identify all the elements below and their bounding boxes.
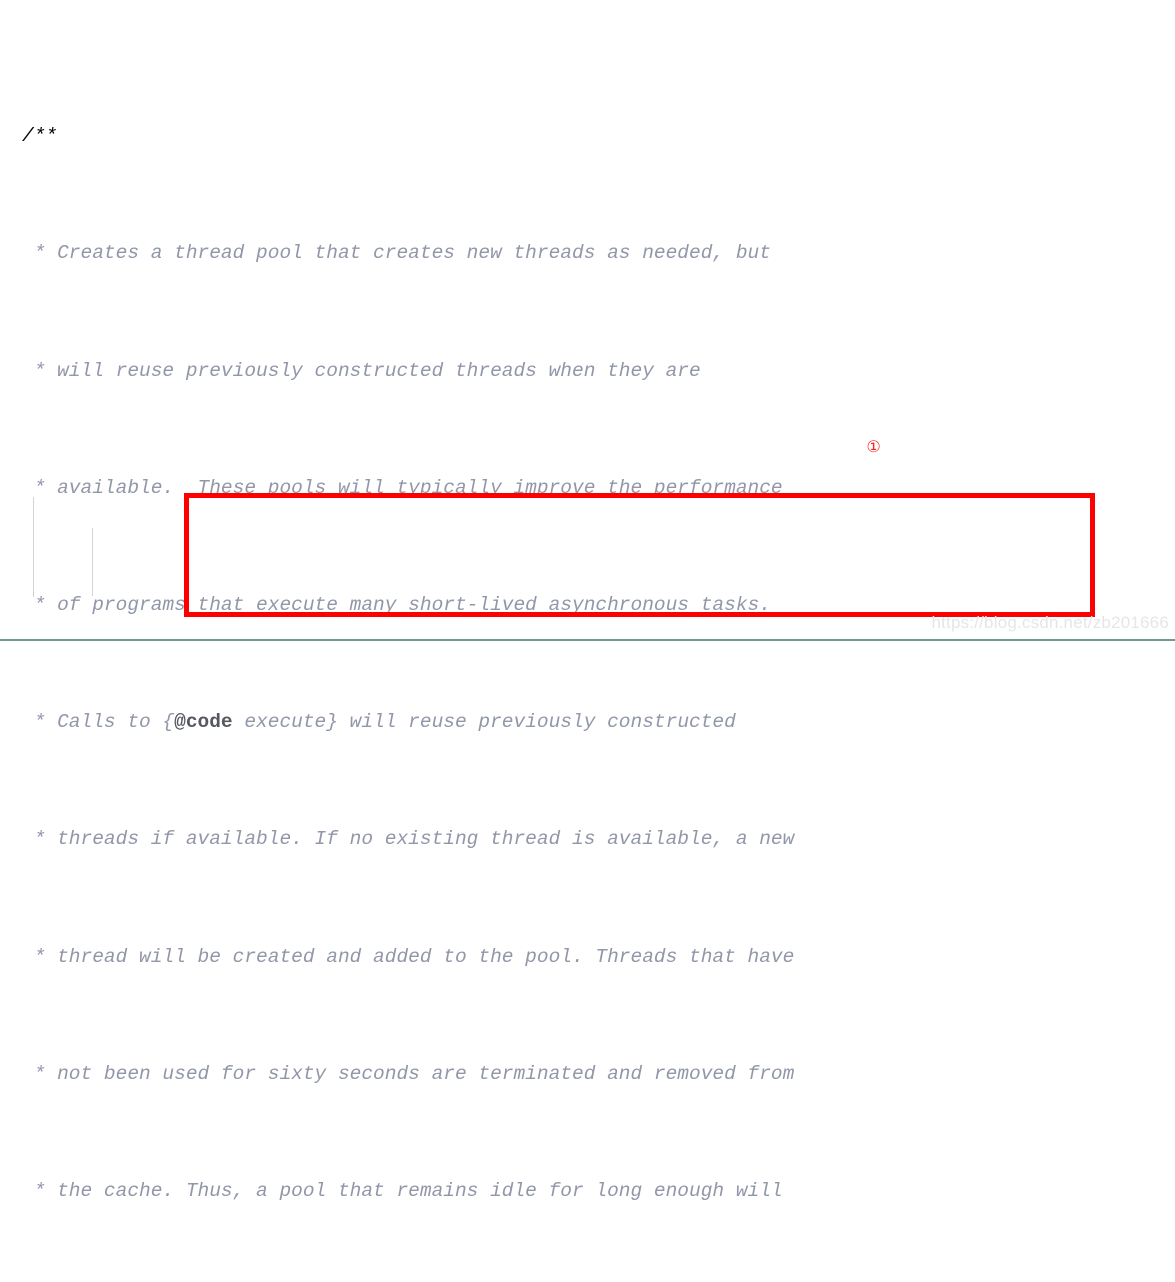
watermark-text: https://blog.csdn.net/zb201666 bbox=[931, 613, 1169, 632]
code-line-javadoc-4: * of programs that execute many short-li… bbox=[22, 591, 829, 620]
code-line-javadoc-1: * Creates a thread pool that creates new… bbox=[22, 239, 829, 268]
circled-number-marker-icon: ① bbox=[866, 437, 881, 456]
javadoc-line-text: * will reuse previously constructed thre… bbox=[22, 359, 701, 382]
javadoc-open-delimiter: /** bbox=[22, 125, 58, 148]
code-line-javadoc-2: * will reuse previously constructed thre… bbox=[22, 357, 829, 386]
code-line-javadoc-open: /** bbox=[22, 122, 829, 151]
code-line-javadoc-5: * Calls to {@code execute} will reuse pr… bbox=[22, 708, 829, 737]
javadoc-code-tag: @code bbox=[174, 711, 233, 734]
source-code-text[interactable]: /** * Creates a thread pool that creates… bbox=[22, 5, 829, 1282]
javadoc-text-before-code-tag: * Calls to { bbox=[22, 711, 175, 734]
javadoc-line-text: * threads if available. If no existing t… bbox=[22, 828, 795, 851]
code-line-javadoc-3: * available. These pools will typically … bbox=[22, 474, 829, 503]
javadoc-line-text: * available. These pools will typically … bbox=[22, 476, 783, 499]
code-editor-canvas[interactable]: /** * Creates a thread pool that creates… bbox=[0, 0, 1175, 1202]
javadoc-line-text: * of programs that execute many short-li… bbox=[22, 593, 771, 616]
code-line-javadoc-8: * not been used for sixty seconds are te… bbox=[22, 1060, 829, 1089]
code-line-javadoc-6: * threads if available. If no existing t… bbox=[22, 825, 829, 854]
code-line-javadoc-9: * the cache. Thus, a pool that remains i… bbox=[22, 1177, 829, 1206]
javadoc-line-text: * thread will be created and added to th… bbox=[22, 945, 795, 968]
javadoc-line-text: * the cache. Thus, a pool that remains i… bbox=[22, 1179, 783, 1202]
javadoc-text-after-code-tag: execute} will reuse previously construct… bbox=[232, 711, 736, 734]
javadoc-line-text: * Creates a thread pool that creates new… bbox=[22, 242, 771, 265]
code-line-javadoc-7: * thread will be created and added to th… bbox=[22, 943, 829, 972]
javadoc-line-text: * not been used for sixty seconds are te… bbox=[22, 1062, 795, 1085]
